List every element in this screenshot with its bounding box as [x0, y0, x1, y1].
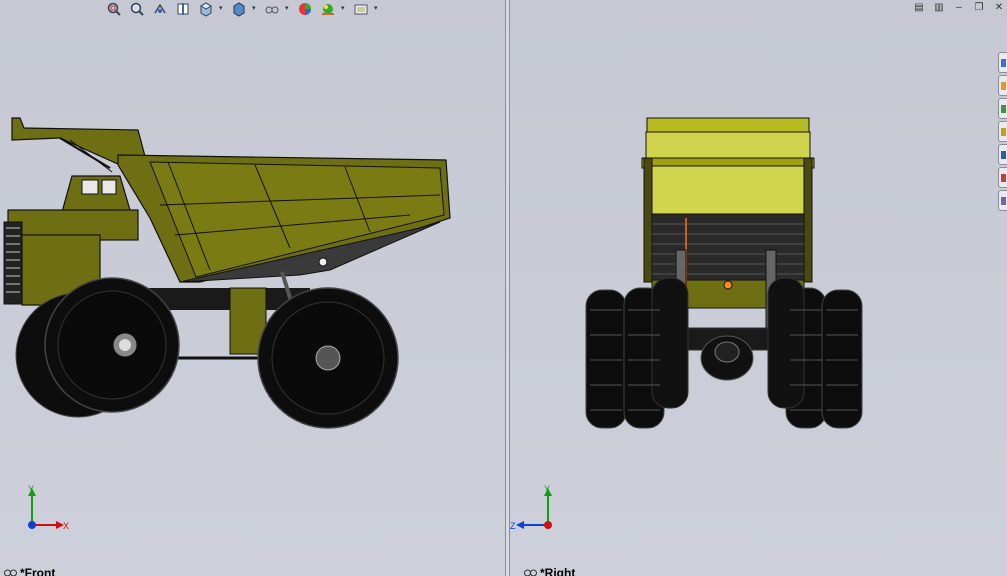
- edit-appearance-button[interactable]: [295, 1, 315, 17]
- tab-swatch: [1000, 81, 1006, 90]
- minimize-icon[interactable]: –: [951, 1, 967, 14]
- tab-swatch: [1000, 173, 1006, 182]
- chevron-down-icon[interactable]: ▾: [374, 1, 381, 17]
- right-view-name: *Right: [540, 566, 576, 576]
- apply-scene-icon: [322, 3, 334, 15]
- zoom-to-fit-button[interactable]: [104, 1, 124, 17]
- zoom-to-area-icon: [130, 2, 144, 16]
- tile-horizontal-icon[interactable]: ▤: [911, 1, 927, 14]
- view-orientation-icon: [200, 1, 212, 17]
- chevron-down-icon[interactable]: ▾: [219, 1, 226, 17]
- tab-swatch: [1000, 104, 1006, 113]
- heads-up-view-toolbar: ▾ ▾ ▾ ▾ ▾: [104, 0, 381, 17]
- front-triad-y-label: Y: [28, 484, 34, 494]
- previous-view-button[interactable]: [150, 1, 170, 17]
- display-style-icon: [233, 1, 245, 17]
- right-view-label: *Right: [524, 566, 575, 576]
- edit-appearance-icon: [299, 2, 311, 15]
- view-settings-button[interactable]: [351, 1, 371, 17]
- right-triad-y-label: Y: [544, 484, 550, 494]
- right-viewport[interactable]: ▤ ▥ – ❐ ✕ Y Z *Right: [510, 0, 1007, 576]
- apply-scene-button[interactable]: [318, 1, 338, 17]
- dump-truck-right-view[interactable]: [580, 110, 880, 440]
- section-view-button[interactable]: [173, 1, 193, 17]
- tab-swatch: [1000, 150, 1006, 159]
- zoom-to-area-button[interactable]: [127, 1, 147, 17]
- view-palette-tab-icon[interactable]: [998, 121, 1007, 142]
- section-view-icon: [177, 2, 189, 15]
- design-library-tab-icon[interactable]: [998, 75, 1007, 96]
- hide-show-items-button[interactable]: [262, 1, 282, 17]
- tab-swatch: [1000, 196, 1006, 205]
- task-pane-tabs: [998, 52, 1007, 211]
- view-settings-icon: [354, 4, 368, 14]
- resources-tab-icon[interactable]: [998, 52, 1007, 73]
- right-triad-z-label: Z: [510, 521, 516, 531]
- appearances-tab-icon[interactable]: [998, 144, 1007, 165]
- dump-truck-front-view[interactable]: [0, 110, 460, 440]
- restore-icon[interactable]: ❐: [971, 1, 987, 14]
- front-viewport[interactable]: ▾ ▾ ▾ ▾ ▾ Y X *Front: [0, 0, 505, 576]
- file-explorer-tab-icon[interactable]: [998, 98, 1007, 119]
- previous-view-icon: [154, 3, 166, 13]
- custom-properties-tab-icon[interactable]: [998, 167, 1007, 188]
- chevron-down-icon[interactable]: ▾: [252, 1, 259, 17]
- view-glasses-icon: [524, 569, 537, 576]
- tab-swatch: [1000, 127, 1006, 136]
- front-view-label: *Front: [4, 566, 55, 576]
- chevron-down-icon[interactable]: ▾: [285, 1, 292, 17]
- front-view-name: *Front: [20, 566, 56, 576]
- solidworks-forum-tab-icon[interactable]: [998, 190, 1007, 211]
- close-icon[interactable]: ✕: [991, 1, 1007, 14]
- right-view-triad: Y Z: [510, 484, 560, 534]
- front-view-triad: Y X: [22, 484, 72, 534]
- tile-vertical-icon[interactable]: ▥: [931, 1, 947, 14]
- chevron-down-icon[interactable]: ▾: [341, 1, 348, 17]
- front-triad-x-label: X: [63, 521, 69, 531]
- hide-show-items-icon: [265, 6, 279, 13]
- view-orientation-button[interactable]: [196, 1, 216, 17]
- display-style-button[interactable]: [229, 1, 249, 17]
- window-controls: ▤ ▥ – ❐ ✕: [911, 0, 1007, 15]
- view-glasses-icon: [4, 569, 17, 576]
- zoom-to-fit-icon: [107, 2, 121, 16]
- tab-swatch: [1000, 58, 1006, 67]
